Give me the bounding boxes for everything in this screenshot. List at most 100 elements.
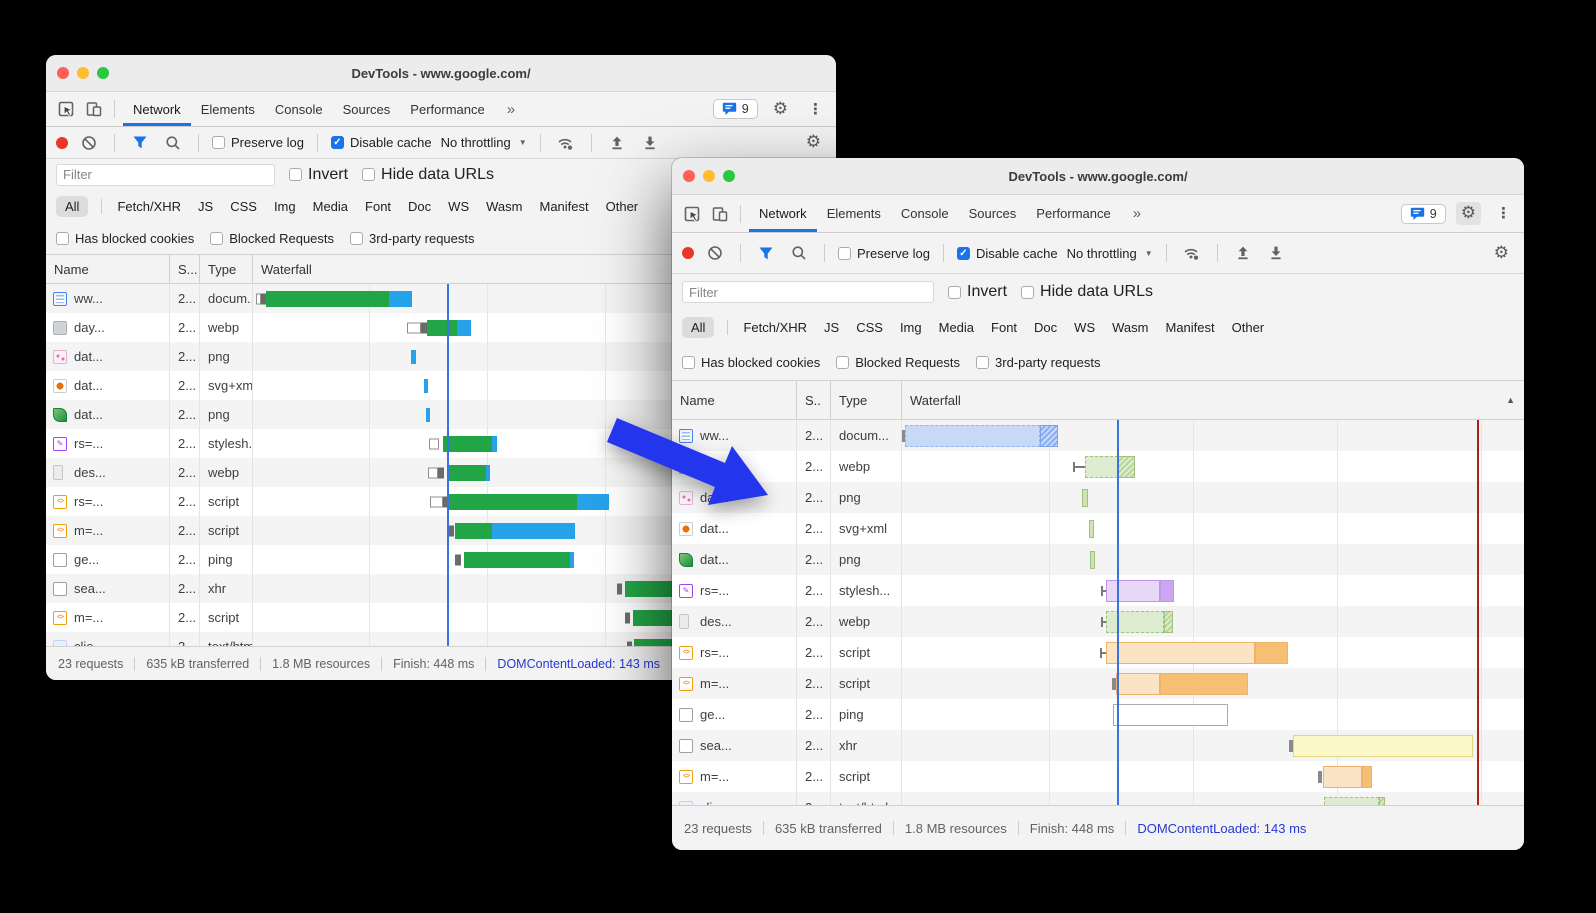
throttling-dropdown[interactable]: No throttling ▼ [441, 135, 527, 150]
column-header-type[interactable]: Type [200, 255, 253, 283]
checkbox-unchecked[interactable] [212, 136, 225, 149]
filter-chip-js[interactable]: JS [196, 196, 215, 217]
network-conditions-wifi-icon[interactable] [1180, 241, 1204, 265]
table-row[interactable]: rs=...2...script [672, 637, 1524, 668]
column-header-type[interactable]: Type [831, 381, 902, 419]
filter-chip-wasm[interactable]: Wasm [1110, 317, 1150, 338]
tab-sources[interactable]: Sources [333, 92, 401, 126]
checkbox-unchecked[interactable] [976, 356, 989, 369]
import-har-icon[interactable] [1231, 241, 1255, 265]
tab-elements[interactable]: Elements [817, 195, 891, 232]
zoom-window-button[interactable] [97, 67, 109, 79]
issues-badge[interactable]: 9 [713, 99, 758, 119]
disable-cache-checkbox[interactable]: Disable cache [957, 246, 1058, 261]
settings-gear-icon[interactable]: ⚙ [1456, 202, 1481, 225]
minimize-window-button[interactable] [703, 170, 715, 182]
filter-input[interactable] [56, 164, 275, 186]
inspect-element-icon[interactable] [54, 97, 78, 121]
waterfall-cell[interactable] [902, 513, 1524, 544]
request-name-cell[interactable]: ww... [46, 284, 170, 313]
has-blocked-cookies-checkbox[interactable]: Has blocked cookies [682, 355, 820, 370]
filter-chip-js[interactable]: JS [822, 317, 841, 338]
inspect-element-icon[interactable] [680, 202, 704, 226]
record-button[interactable] [682, 247, 694, 259]
more-tabs-button[interactable]: » [499, 101, 523, 118]
waterfall-cell[interactable] [902, 544, 1524, 575]
blocked-requests-checkbox[interactable]: Blocked Requests [836, 355, 960, 370]
tab-network[interactable]: Network [749, 195, 817, 232]
disable-cache-checkbox[interactable]: Disable cache [331, 135, 432, 150]
titlebar[interactable]: DevTools - www.google.com/ [672, 158, 1524, 195]
table-row[interactable]: ww...2...docum... [672, 420, 1524, 451]
checkbox-unchecked[interactable] [948, 286, 961, 299]
filter-chip-media[interactable]: Media [311, 196, 350, 217]
network-conditions-wifi-icon[interactable] [554, 131, 578, 155]
filter-input[interactable] [682, 281, 934, 303]
table-row[interactable]: sea...2...xhr [672, 730, 1524, 761]
checkbox-unchecked[interactable] [289, 168, 302, 181]
checkbox-unchecked[interactable] [682, 356, 695, 369]
import-har-icon[interactable] [605, 131, 629, 155]
request-name-cell[interactable]: dat... [672, 544, 797, 575]
table-row[interactable]: m=...2...script [672, 761, 1524, 792]
filter-funnel-icon[interactable] [128, 131, 152, 155]
filter-chip-fetch-xhr[interactable]: Fetch/XHR [115, 196, 183, 217]
filter-chip-img[interactable]: Img [898, 317, 924, 338]
filter-funnel-icon[interactable] [754, 241, 778, 265]
request-name-cell[interactable]: dat... [46, 342, 170, 371]
table-row[interactable]: rs=...2...stylesh... [672, 575, 1524, 606]
table-row[interactable]: des...2...webp [672, 606, 1524, 637]
request-name-cell[interactable]: rs=... [46, 487, 170, 516]
waterfall-cell[interactable] [902, 668, 1524, 699]
tab-network[interactable]: Network [123, 92, 191, 126]
request-name-cell[interactable]: sea... [672, 730, 797, 761]
filter-chip-other[interactable]: Other [604, 196, 641, 217]
filter-chip-other[interactable]: Other [1230, 317, 1267, 338]
waterfall-cell[interactable] [902, 575, 1524, 606]
request-name-cell[interactable]: des... [672, 606, 797, 637]
checkbox-unchecked[interactable] [1021, 286, 1034, 299]
request-name-cell[interactable]: ge... [672, 699, 797, 730]
checkbox-unchecked[interactable] [838, 247, 851, 260]
kebab-menu-icon[interactable]: ⋮ [803, 99, 828, 120]
titlebar[interactable]: DevTools - www.google.com/ [46, 55, 836, 92]
column-header-size[interactable]: S... [170, 255, 200, 283]
waterfall-cell[interactable] [902, 606, 1524, 637]
has-blocked-cookies-checkbox[interactable]: Has blocked cookies [56, 231, 194, 246]
minimize-window-button[interactable] [77, 67, 89, 79]
table-row[interactable]: day...2...webp [672, 451, 1524, 482]
waterfall-cell[interactable] [902, 451, 1524, 482]
checkbox-unchecked[interactable] [350, 232, 363, 245]
tab-console[interactable]: Console [265, 92, 333, 126]
filter-chip-css[interactable]: CSS [228, 196, 259, 217]
column-header-size[interactable]: S.. [797, 381, 831, 419]
hide-data-urls-checkbox[interactable]: Hide data URLs [1021, 283, 1153, 301]
network-settings-gear-icon[interactable]: ⚙ [801, 131, 826, 154]
request-name-cell[interactable]: rs=... [46, 429, 170, 458]
waterfall-cell[interactable] [902, 699, 1524, 730]
request-name-cell[interactable]: ge... [46, 545, 170, 574]
request-name-cell[interactable]: clie [672, 792, 797, 805]
tab-console[interactable]: Console [891, 195, 959, 232]
filter-chip-media[interactable]: Media [937, 317, 976, 338]
request-name-cell[interactable]: dat... [46, 400, 170, 429]
request-name-cell[interactable]: m=... [672, 761, 797, 792]
tab-performance[interactable]: Performance [400, 92, 494, 126]
request-name-cell[interactable]: clie [46, 632, 170, 646]
network-settings-gear-icon[interactable]: ⚙ [1489, 242, 1514, 265]
record-button[interactable] [56, 137, 68, 149]
checkbox-unchecked[interactable] [56, 232, 69, 245]
waterfall-cell[interactable] [902, 637, 1524, 668]
filter-chip-manifest[interactable]: Manifest [1163, 317, 1216, 338]
column-header-name[interactable]: Name [46, 255, 170, 283]
invert-checkbox[interactable]: Invert [948, 283, 1007, 301]
preserve-log-checkbox[interactable]: Preserve log [838, 246, 930, 261]
device-toolbar-icon[interactable] [708, 202, 732, 226]
clear-icon[interactable] [703, 241, 727, 265]
table-row[interactable]: m=...2...script [672, 668, 1524, 699]
table-row[interactable]: ge...2...ping [672, 699, 1524, 730]
search-icon[interactable] [787, 241, 811, 265]
filter-chip-all[interactable]: All [56, 196, 88, 217]
request-name-cell[interactable]: m=... [672, 668, 797, 699]
checkbox-checked[interactable] [331, 136, 344, 149]
